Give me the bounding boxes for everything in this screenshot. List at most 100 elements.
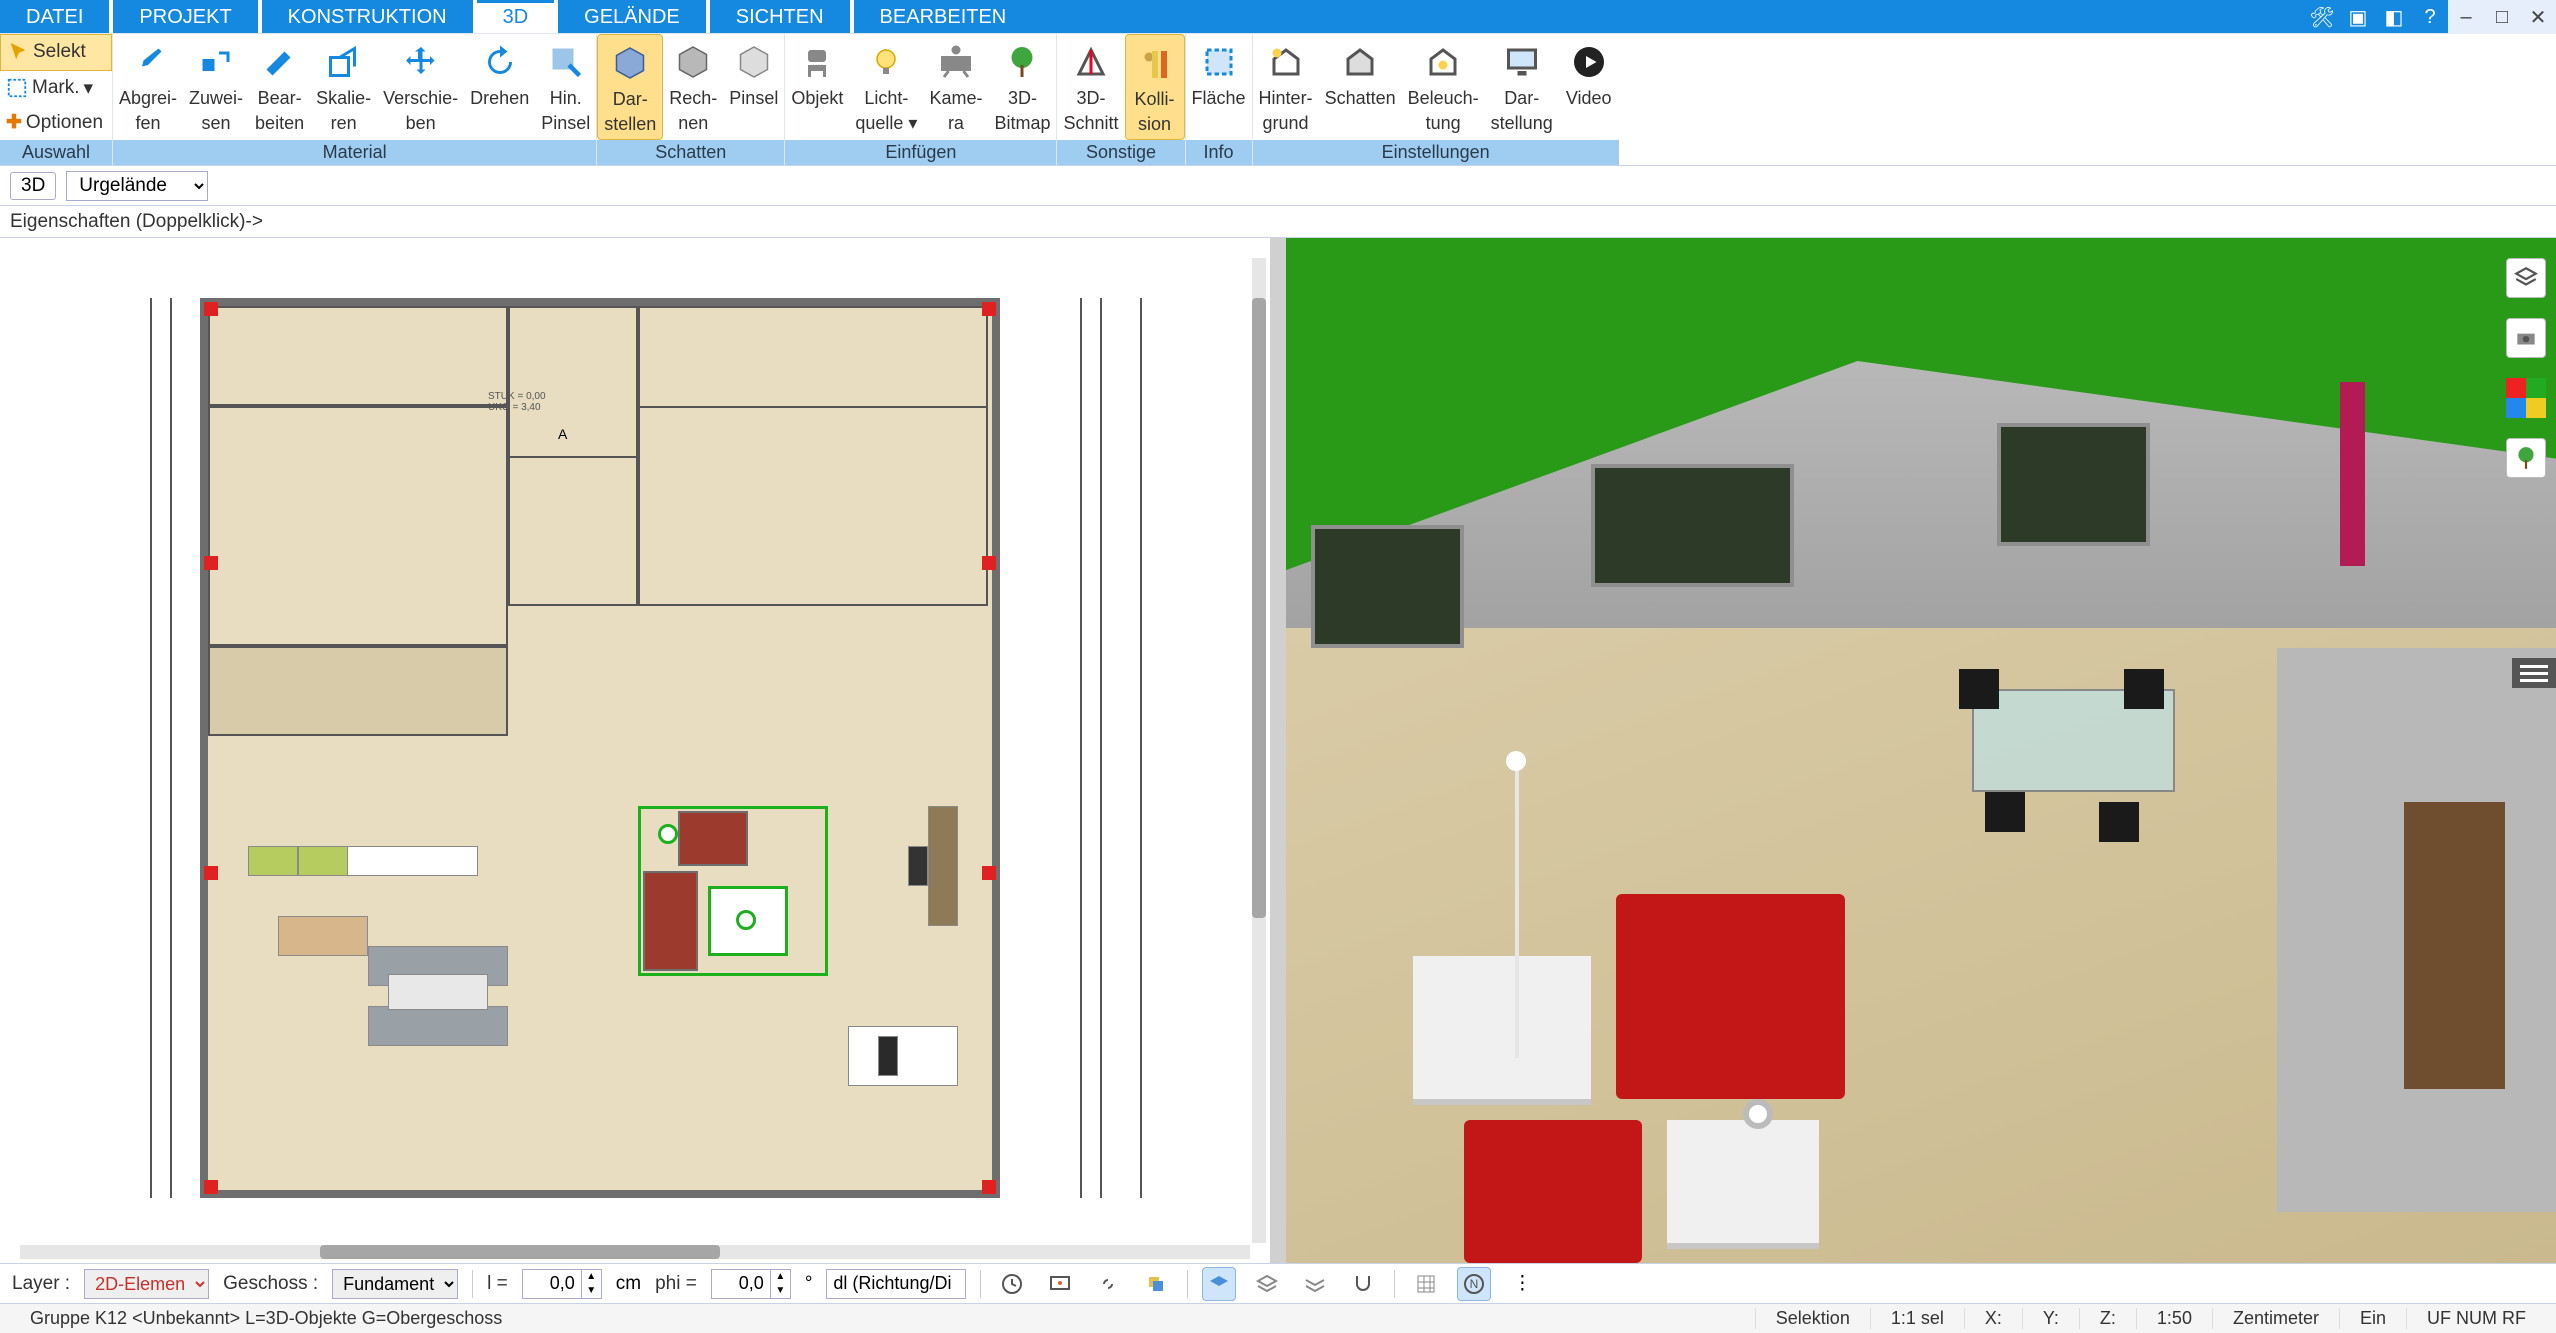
btn-rechnen[interactable]: Rech-nen	[663, 34, 723, 140]
menu-tab-3d[interactable]: 3D	[477, 0, 555, 33]
btn-kamera[interactable]: Kame-ra	[923, 34, 988, 140]
3d-lamp	[1515, 771, 1519, 1058]
btn-flaeche[interactable]: Fläche	[1186, 34, 1252, 140]
link-icon[interactable]	[1091, 1267, 1125, 1301]
phi-input[interactable]	[711, 1269, 771, 1299]
btn-skalieren[interactable]: Skalie-ren	[310, 34, 377, 140]
l-input[interactable]	[522, 1269, 582, 1299]
layer3-icon[interactable]	[1298, 1267, 1332, 1301]
btn-objekt[interactable]: Objekt	[785, 34, 849, 140]
scale-icon	[326, 44, 362, 80]
btn-pinsel[interactable]: Pinsel	[723, 34, 784, 140]
layer-select[interactable]: 2D-Elemen	[84, 1269, 209, 1299]
camera-gadget-icon[interactable]	[2506, 318, 2546, 358]
clock-icon[interactable]	[995, 1267, 1029, 1301]
mark-tool[interactable]: Mark. ▾	[0, 71, 112, 106]
btn-verschieben[interactable]: Verschie-ben	[377, 34, 464, 140]
btn-video[interactable]: Video	[1559, 34, 1619, 140]
rotate-icon	[482, 44, 518, 80]
menu-tab-sichten[interactable]: SICHTEN	[710, 0, 850, 33]
stack-icon[interactable]	[1139, 1267, 1173, 1301]
select-label: Selekt	[33, 41, 86, 63]
view3d-menu-handle[interactable]	[2512, 658, 2556, 688]
btn-schnitt3d[interactable]: 3D-Schnitt	[1057, 34, 1124, 140]
view-splitter[interactable]	[1270, 238, 1282, 1263]
btn-abgreifen[interactable]: Abgrei-fen	[113, 34, 183, 140]
help-icon[interactable]: ?	[2412, 0, 2448, 34]
label: Objekt	[791, 88, 843, 109]
house-bg-icon	[1268, 44, 1304, 80]
label: Pinsel	[729, 88, 778, 109]
minimize-icon[interactable]: ‒	[2448, 0, 2484, 34]
layer2-icon[interactable]	[1250, 1267, 1284, 1301]
mark-icon	[6, 77, 28, 99]
terrain-select[interactable]: Urgelände	[66, 171, 208, 201]
label: Zuwei-	[189, 88, 243, 109]
label: Bear-	[258, 88, 302, 109]
scrollbar-vertical[interactable]	[1252, 258, 1266, 1243]
view-2d[interactable]: A STUK = 0,00 UKO = 3,40	[0, 238, 1270, 1263]
dl-input[interactable]	[826, 1269, 966, 1299]
magnet-icon[interactable]	[1346, 1267, 1380, 1301]
ribbon-group-sonstige: 3D-Schnitt Kolli-sion Sonstige	[1056, 34, 1184, 165]
mark-dropdown-icon: ▾	[84, 77, 94, 100]
floor-plan[interactable]: A STUK = 0,00 UKO = 3,40	[200, 298, 1000, 1198]
btn-darstellung[interactable]: Dar-stellung	[1485, 34, 1559, 140]
menu-tab-datei[interactable]: DATEI	[0, 0, 109, 33]
close-icon[interactable]: ✕	[2520, 0, 2556, 34]
btn-schatten-e[interactable]: Schatten	[1319, 34, 1402, 140]
btn-hintergrund[interactable]: Hinter-grund	[1253, 34, 1319, 140]
svg-text:N: N	[1470, 1277, 1479, 1291]
screen-icon[interactable]	[1043, 1267, 1077, 1301]
ribbon: Selekt Mark. ▾ ✚ Optionen Auswahl Abgrei…	[0, 34, 2556, 166]
tree-gadget-icon[interactable]	[2506, 438, 2546, 478]
btn-beleuchtung[interactable]: Beleuch-tung	[1402, 34, 1485, 140]
status-left: Gruppe K12 <Unbekannt> L=3D-Objekte G=Ob…	[10, 1308, 522, 1329]
btn-drehen[interactable]: Drehen	[464, 34, 535, 140]
label: grund	[1263, 113, 1309, 134]
layers-icon[interactable]	[2506, 258, 2546, 298]
view-3d[interactable]	[1282, 238, 2556, 1263]
btn-zuweisen[interactable]: Zuwei-sen	[183, 34, 249, 140]
dim-line	[150, 298, 152, 1198]
btn-kollision[interactable]: Kolli-sion	[1125, 34, 1185, 140]
scrollbar-horizontal[interactable]	[20, 1245, 1250, 1259]
scrollbar-thumb[interactable]	[320, 1245, 720, 1259]
selection-handle[interactable]	[658, 824, 678, 844]
menu-tab-gelaende[interactable]: GELÄNDE	[558, 0, 706, 33]
tree-icon	[1004, 44, 1040, 80]
collision-icon	[1137, 45, 1173, 81]
label: Schatten	[1325, 88, 1396, 109]
btn-bitmap3d[interactable]: 3D-Bitmap	[988, 34, 1056, 140]
status-unit: Zentimeter	[2212, 1308, 2339, 1329]
select-tool[interactable]: Selekt	[0, 34, 112, 71]
status-mode: Selektion	[1755, 1308, 1870, 1329]
options-tool[interactable]: ✚ Optionen	[0, 105, 112, 140]
btn-darstellen[interactable]: Dar-stellen	[597, 34, 663, 140]
3d-bowl	[1743, 1099, 1773, 1129]
menu-tab-konstruktion[interactable]: KONSTRUKTION	[262, 0, 473, 33]
btn-lichtquelle[interactable]: Licht-quelle ▾	[849, 34, 923, 140]
menu-tab-bearbeiten[interactable]: BEARBEITEN	[854, 0, 1033, 33]
more-icon[interactable]: ⋮	[1505, 1267, 1539, 1301]
btn-bearbeiten[interactable]: Bear-beiten	[249, 34, 310, 140]
window-icon[interactable]: ▣	[2340, 0, 2376, 34]
properties-bar[interactable]: Eigenschaften (Doppelklick)->	[0, 206, 2556, 238]
btn-hinpinsel[interactable]: Hin.Pinsel	[535, 34, 596, 140]
view-icon[interactable]: ◧	[2376, 0, 2412, 34]
geschoss-select[interactable]: Fundament	[332, 1269, 458, 1299]
color-swatch[interactable]	[2506, 378, 2546, 418]
grid-icon[interactable]	[1409, 1267, 1443, 1301]
selection-handle[interactable]	[736, 910, 756, 930]
l-spinner[interactable]: ▲▼	[582, 1269, 602, 1299]
phi-spinner[interactable]: ▲▼	[771, 1269, 791, 1299]
3d-chair	[2124, 669, 2164, 709]
label: Kame-	[929, 88, 982, 109]
maximize-icon[interactable]: □	[2484, 0, 2520, 34]
tools-icon[interactable]: 🛠	[2304, 0, 2340, 34]
scrollbar-thumb[interactable]	[1252, 298, 1266, 918]
menu-tab-projekt[interactable]: PROJEKT	[113, 0, 257, 33]
north-icon[interactable]: N	[1457, 1267, 1491, 1301]
layer1-icon[interactable]	[1202, 1267, 1236, 1301]
mode-badge: 3D	[10, 172, 56, 200]
